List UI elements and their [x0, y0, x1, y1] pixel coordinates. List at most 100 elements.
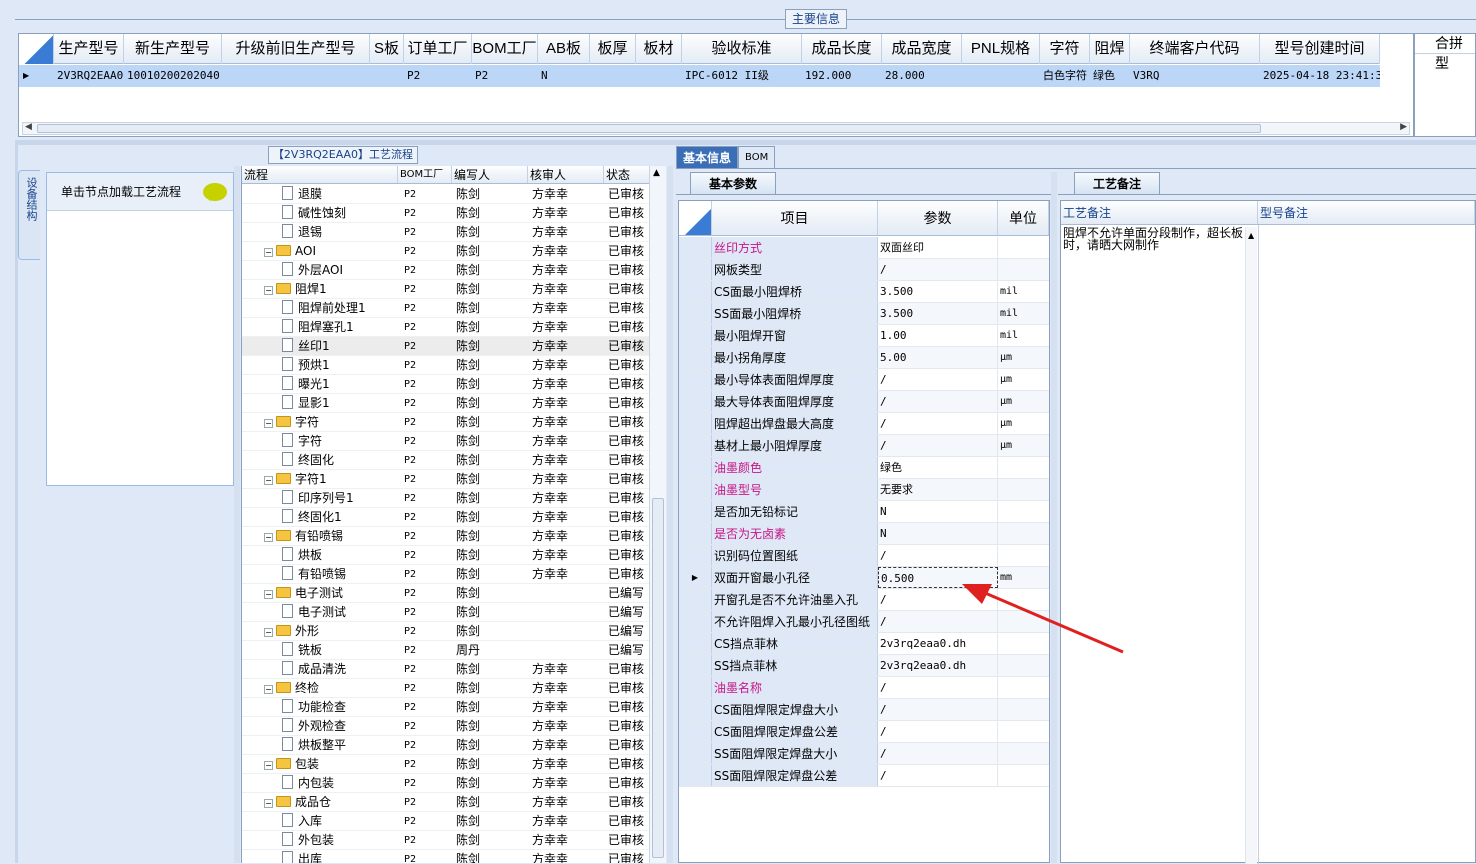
- main-col-header[interactable]: 阻焊: [1090, 34, 1130, 64]
- main-cell[interactable]: IPC-6012 II级: [682, 65, 802, 87]
- param-value[interactable]: 5.00: [878, 347, 998, 368]
- tab-basic-info[interactable]: 基本信息: [676, 146, 739, 168]
- tree-node[interactable]: 印序列号1: [242, 489, 398, 507]
- main-col-header[interactable]: AB板: [538, 34, 590, 64]
- main-col-header[interactable]: 升级前旧生产型号: [222, 34, 370, 64]
- tree-node[interactable]: 碱性蚀刻: [242, 204, 398, 222]
- tree-row[interactable]: 烘板整平 P2 陈剑 方幸幸 已审核: [242, 736, 650, 755]
- param-row[interactable]: 油墨颜色 绿色: [679, 457, 1049, 479]
- tree-row[interactable]: 成品清洗 P2 陈剑 方幸幸 已审核: [242, 660, 650, 679]
- collapse-icon[interactable]: −: [264, 799, 273, 808]
- main-cell[interactable]: 绿色: [1090, 65, 1130, 87]
- tree-node[interactable]: 阻焊塞孔1: [242, 318, 398, 336]
- param-row[interactable]: CS面阻焊限定焊盘大小 /: [679, 699, 1049, 721]
- tab-process-notes[interactable]: 工艺备注: [1074, 172, 1160, 194]
- col-status[interactable]: 状态: [604, 166, 650, 183]
- tree-node[interactable]: 退膜: [242, 185, 398, 203]
- param-row[interactable]: CS挡点菲林 2v3rq2eaa0.dh: [679, 633, 1049, 655]
- tree-node[interactable]: 字符: [242, 432, 398, 450]
- params-corner[interactable]: [679, 201, 712, 235]
- main-col-header[interactable]: 新生产型号: [124, 34, 222, 64]
- main-col-header[interactable]: 生产型号: [54, 34, 124, 64]
- tree-node[interactable]: 烘板: [242, 546, 398, 564]
- tree-row[interactable]: 字符 P2 陈剑 方幸幸 已审核: [242, 432, 650, 451]
- param-value[interactable]: /: [878, 677, 998, 698]
- tree-row[interactable]: 电子测试 P2 陈剑 已编写: [242, 603, 650, 622]
- param-row[interactable]: 油墨名称 /: [679, 677, 1049, 699]
- note-scrollbar[interactable]: ▲: [1245, 227, 1257, 864]
- col-model-note[interactable]: 型号备注: [1258, 201, 1475, 224]
- tree-row[interactable]: − 电子测试 P2 陈剑 已编写: [242, 584, 650, 603]
- tree-row[interactable]: 显影1 P2 陈剑 方幸幸 已审核: [242, 394, 650, 413]
- tree-row[interactable]: 外层AOI P2 陈剑 方幸幸 已审核: [242, 261, 650, 280]
- tree-row[interactable]: 丝印1 P2 陈剑 方幸幸 已审核: [242, 337, 650, 356]
- collapse-icon[interactable]: −: [264, 590, 273, 599]
- tree-row[interactable]: − AOI P2 陈剑 方幸幸 已审核: [242, 242, 650, 261]
- param-value[interactable]: 绿色: [878, 457, 998, 478]
- scroll-up-icon[interactable]: ▲: [653, 168, 660, 178]
- right-splitter[interactable]: [1051, 172, 1057, 863]
- main-cell[interactable]: 192.000: [802, 65, 882, 87]
- param-row[interactable]: 最小拐角厚度 5.00 μm: [679, 347, 1049, 369]
- col-writer[interactable]: 编写人: [452, 166, 528, 183]
- tree-node[interactable]: 铣板: [242, 641, 398, 659]
- param-value[interactable]: /: [878, 611, 998, 632]
- main-col-header[interactable]: 板厚: [590, 34, 636, 64]
- tree-node[interactable]: 退锡: [242, 223, 398, 241]
- main-grid-hscrollbar[interactable]: ◀ ▶: [22, 122, 1410, 135]
- tree-row[interactable]: − 包装 P2 陈剑 方幸幸 已审核: [242, 755, 650, 774]
- param-value[interactable]: /: [878, 369, 998, 390]
- param-row[interactable]: 识别码位置图纸 /: [679, 545, 1049, 567]
- scroll-right-icon[interactable]: ▶: [1400, 122, 1407, 132]
- tree-node[interactable]: 成品清洗: [242, 660, 398, 678]
- tree-node[interactable]: − 包装: [242, 755, 398, 773]
- main-col-header[interactable]: S板: [370, 34, 404, 64]
- main-col-header[interactable]: PNL规格: [962, 34, 1040, 64]
- tree-node[interactable]: 入库: [242, 812, 398, 830]
- tree-row[interactable]: − 有铅喷锡 P2 陈剑 方幸幸 已审核: [242, 527, 650, 546]
- main-cell[interactable]: 28.000: [882, 65, 962, 87]
- param-row[interactable]: 最小导体表面阻焊厚度 / μm: [679, 369, 1049, 391]
- tree-row[interactable]: − 终检 P2 陈剑 方幸幸 已审核: [242, 679, 650, 698]
- main-col-header[interactable]: 型号创建时间: [1260, 34, 1380, 64]
- tree-node[interactable]: − 字符1: [242, 470, 398, 488]
- tab-basic-params[interactable]: 基本参数: [690, 172, 776, 194]
- param-value[interactable]: /: [878, 259, 998, 280]
- param-row[interactable]: SS面阻焊限定焊盘大小 /: [679, 743, 1049, 765]
- collapse-icon[interactable]: −: [264, 628, 273, 637]
- tree-row[interactable]: − 外形 P2 陈剑 已编写: [242, 622, 650, 641]
- tree-row[interactable]: 阻焊塞孔1 P2 陈剑 方幸幸 已审核: [242, 318, 650, 337]
- tree-row[interactable]: − 阻焊1 P2 陈剑 方幸幸 已审核: [242, 280, 650, 299]
- tab-bom[interactable]: BOM: [738, 146, 776, 168]
- param-value[interactable]: /: [878, 699, 998, 720]
- param-row[interactable]: ▶ 双面开窗最小孔径 0.500 mm: [679, 567, 1049, 589]
- main-col-header[interactable]: 字符: [1040, 34, 1090, 64]
- collapse-icon[interactable]: −: [264, 761, 273, 770]
- param-row[interactable]: 不允许阻焊入孔最小孔径图纸 /: [679, 611, 1049, 633]
- process-tree-vscrollbar[interactable]: ▲: [649, 166, 666, 863]
- tree-node[interactable]: 阻焊前处理1: [242, 299, 398, 317]
- tree-node[interactable]: 功能检查: [242, 698, 398, 716]
- param-value[interactable]: N: [878, 523, 998, 544]
- tree-node[interactable]: − 字符: [242, 413, 398, 431]
- collapse-icon[interactable]: −: [264, 248, 273, 257]
- scroll-left-icon[interactable]: ◀: [25, 122, 32, 132]
- param-row[interactable]: 丝印方式 双面丝印: [679, 237, 1049, 259]
- param-value[interactable]: 1.00: [878, 325, 998, 346]
- tree-node[interactable]: − 外形: [242, 622, 398, 640]
- tree-row[interactable]: 退锡 P2 陈剑 方幸幸 已审核: [242, 223, 650, 242]
- tree-node[interactable]: 内包装: [242, 774, 398, 792]
- main-cell[interactable]: 2025-04-18 23:41:36: [1260, 65, 1380, 87]
- tree-node[interactable]: − AOI: [242, 242, 398, 260]
- param-row[interactable]: CS面阻焊限定焊盘公差 /: [679, 721, 1049, 743]
- tree-node[interactable]: 出库: [242, 850, 398, 863]
- main-cell[interactable]: V3RQ: [1130, 65, 1260, 87]
- param-value[interactable]: /: [878, 589, 998, 610]
- main-col-header[interactable]: 板材: [636, 34, 682, 64]
- main-cell[interactable]: 白色字符: [1040, 65, 1090, 87]
- tree-row[interactable]: 印序列号1 P2 陈剑 方幸幸 已审核: [242, 489, 650, 508]
- tree-node[interactable]: 预烘1: [242, 356, 398, 374]
- tree-node[interactable]: − 有铅喷锡: [242, 527, 398, 545]
- tree-node[interactable]: − 电子测试: [242, 584, 398, 602]
- main-col-header[interactable]: 订单工厂: [404, 34, 472, 64]
